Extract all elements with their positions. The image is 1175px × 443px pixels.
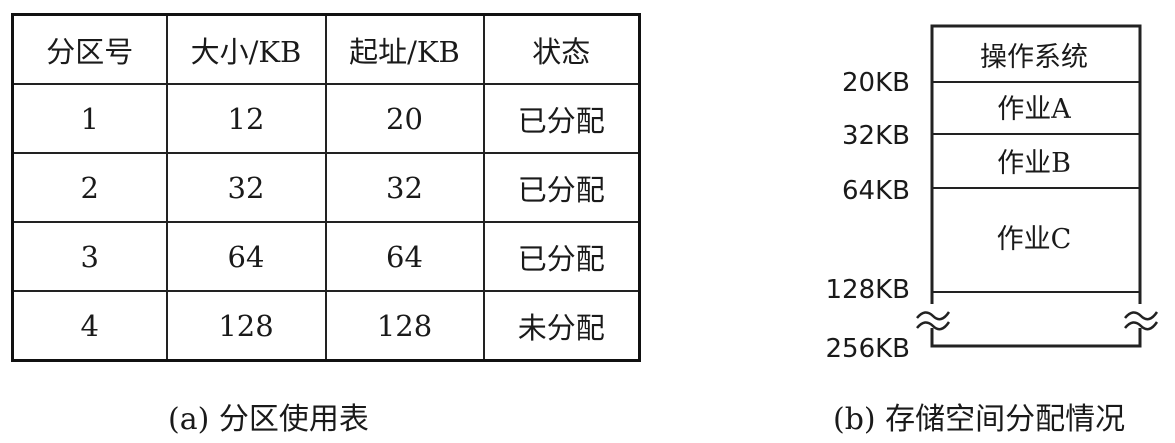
- address-label: 32KB: [842, 121, 910, 151]
- address-label: 256KB: [825, 334, 910, 364]
- memory-box: [930, 24, 1142, 348]
- block-job-b: 作业B: [997, 148, 1071, 179]
- caption-memory-allocation: (b) 存储空间分配情况: [833, 402, 1126, 437]
- address-label: 20KB: [842, 68, 910, 98]
- memory-allocation-diagram: 操作系统 作业A 作业B 作业C 20KB 32KB 64KB 128KB 25…: [825, 24, 1159, 364]
- block-job-a: 作业A: [997, 94, 1071, 125]
- block-job-c: 作业C: [997, 224, 1072, 255]
- block-os: 操作系统: [980, 42, 1088, 73]
- address-label: 128KB: [825, 275, 910, 305]
- address-label: 64KB: [842, 176, 910, 206]
